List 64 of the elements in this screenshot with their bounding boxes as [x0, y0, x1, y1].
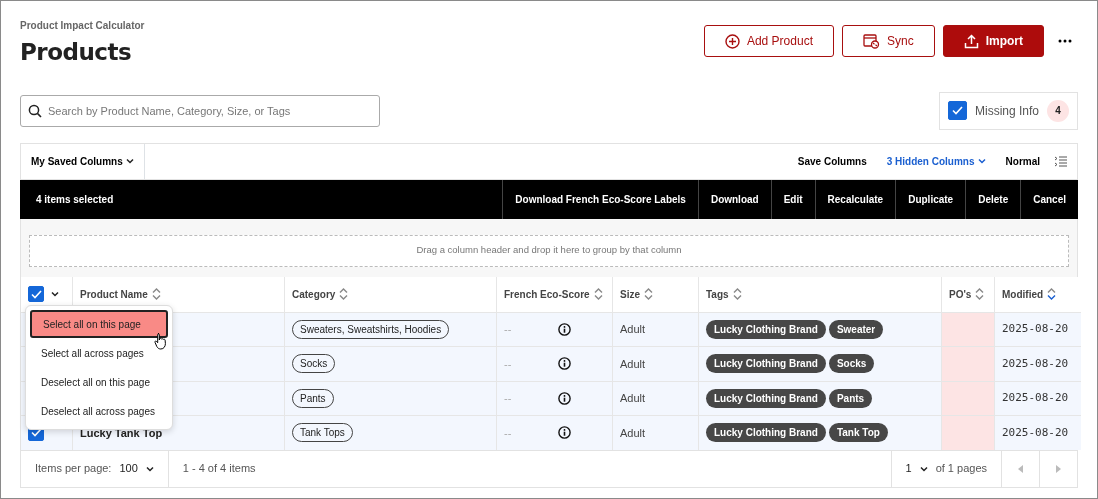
check-icon — [951, 106, 963, 115]
filter-label: Missing Info — [974, 102, 1039, 120]
size-value: Adult — [620, 322, 646, 337]
column-header[interactable]: Product Name — [80, 286, 161, 302]
chevron-down-icon — [125, 158, 134, 164]
chevron-down-icon — [919, 465, 928, 472]
items-per-page-label: Items per page: — [35, 461, 112, 477]
column-header[interactable]: PO's — [949, 286, 985, 302]
eco-score-value: -- — [504, 391, 513, 406]
chevron-down-icon — [145, 465, 154, 472]
tag: Lucky Clothing Brand — [706, 354, 826, 374]
tag: Lucky Clothing Brand — [706, 319, 826, 339]
more-icon — [1058, 39, 1072, 43]
eco-score-value: -- — [504, 356, 513, 372]
count-badge: 4 — [1047, 99, 1069, 122]
chevron-down-icon — [977, 158, 986, 164]
density-icon — [1054, 155, 1067, 167]
sync-button[interactable]: Sync — [841, 25, 935, 57]
import-button[interactable]: Import — [942, 25, 1044, 57]
info-icon[interactable] — [558, 357, 571, 371]
size-value: Adult — [620, 356, 646, 372]
app-name: Product Impact Calculator — [20, 19, 145, 33]
sync-icon — [862, 33, 880, 49]
tag: Sweater — [828, 319, 884, 339]
group-drop-zone: Drag a column header and drop it here to group by that column — [29, 234, 1069, 267]
select-menu-toggle[interactable] — [51, 291, 59, 297]
eco-score-value: -- — [504, 425, 513, 441]
page-title: Products — [20, 38, 133, 67]
modified-date: 2025-08-20 — [1002, 390, 1069, 406]
info-icon[interactable] — [558, 322, 571, 336]
search-field[interactable]: Search by Product Name, Category, Size, or Tags — [20, 94, 380, 127]
size-value: Adult — [620, 425, 646, 441]
column-header[interactable]: Size — [620, 286, 653, 302]
page-total: of 1 pages — [935, 461, 987, 477]
missing-info-filter[interactable]: Missing Info 4 — [938, 91, 1078, 130]
modified-date: 2025-08-20 — [1002, 424, 1069, 441]
tag: Pants — [828, 388, 873, 408]
add-product-button[interactable]: Add Product — [703, 25, 834, 57]
upload-icon — [963, 33, 979, 49]
item-range: 1 - 4 of 4 items — [182, 461, 256, 477]
chevron-down-icon — [51, 291, 59, 297]
info-icon[interactable] — [558, 426, 571, 440]
select-all-checkbox[interactable] — [28, 286, 44, 302]
modified-date: 2025-08-20 — [1002, 355, 1069, 372]
check-icon — [30, 289, 42, 299]
column-header[interactable]: Category — [292, 286, 349, 302]
modified-date: 2025-08-20 — [1002, 321, 1069, 337]
tag: Lucky Clothing Brand — [706, 423, 826, 443]
info-icon[interactable] — [558, 391, 571, 405]
tag: Lucky Clothing Brand — [706, 388, 826, 408]
selection-count: 4 items selected — [35, 192, 115, 207]
size-value: Adult — [620, 391, 646, 406]
plus-circle-icon — [724, 33, 740, 49]
items-per-page-dropdown[interactable]: 100 — [119, 460, 154, 477]
pointer-cursor-icon — [154, 332, 168, 350]
column-header[interactable]: Modified — [1002, 286, 1057, 302]
tag: Tank Top — [828, 423, 888, 443]
menu-item[interactable]: Select all on this page — [30, 310, 168, 338]
tag: Socks — [828, 354, 875, 374]
column-header[interactable]: Tags — [706, 286, 742, 302]
eco-score-value: -- — [504, 322, 513, 337]
checkbox[interactable] — [947, 101, 967, 120]
column-header[interactable]: French Eco-Score — [504, 286, 603, 302]
page-dropdown[interactable]: 1 — [905, 460, 928, 477]
